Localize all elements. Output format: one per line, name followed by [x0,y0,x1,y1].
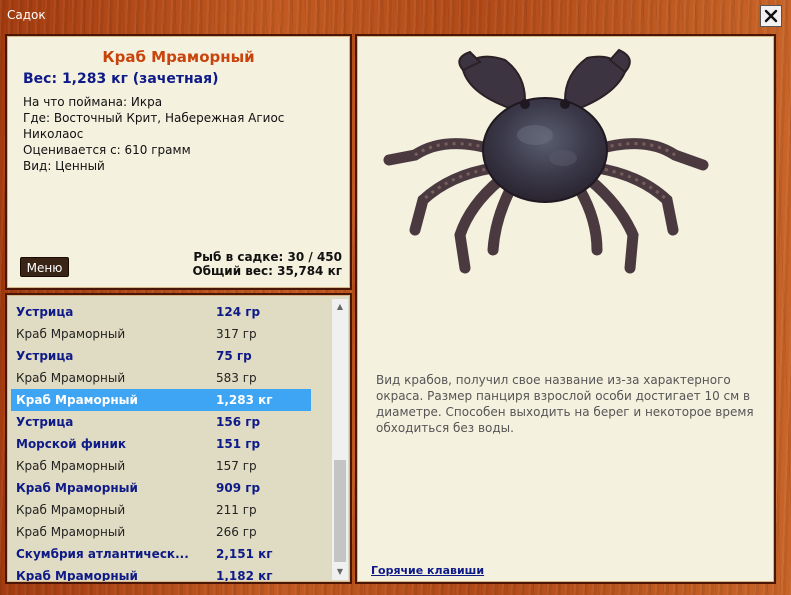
keepnet-stats: Рыб в садке: 30 / 450 Общий вес: 35,784 … [192,250,342,278]
caught-on-text: На что поймана: Икра [23,95,163,109]
catch-weight: 157 гр [216,459,257,473]
kind-text: Вид: Ценный [23,159,105,173]
catch-name: Устрица [16,415,74,429]
catch-name: Краб Мраморный [16,327,126,341]
hotkeys-link[interactable]: Горячие клавиши [371,564,484,577]
fish-name: Краб Мраморный [102,48,255,66]
catch-name: Краб Мраморный [16,481,138,495]
catch-weight: 156 гр [216,415,261,429]
catch-list-row[interactable]: Устрица 124 гр [11,301,311,323]
catch-list-row[interactable]: Краб Мраморный 1,283 кг [11,389,311,411]
catch-list-row[interactable]: Краб Мраморный 583 гр [11,367,311,389]
catch-name: Краб Мраморный [16,569,138,581]
catch-weight: 266 гр [216,525,257,539]
catch-list-panel: Устрица 124 гр Краб Мраморный 317 гр Устрица… [5,293,352,584]
catch-list-scrollbar[interactable]: ▲ ▼ [331,299,348,580]
catch-list-row[interactable]: Краб Мраморный 211 гр [11,499,311,521]
catch-name: Краб Мраморный [16,459,126,473]
catch-weight: 124 гр [216,305,261,319]
catch-list-row[interactable]: Краб Мраморный 317 гр [11,323,311,345]
title-bar: Садок [0,0,791,32]
catch-list: Устрица 124 гр Краб Мраморный 317 гр Устрица… [11,301,311,581]
window-title: Садок [7,8,46,22]
scroll-down-arrow-icon[interactable]: ▼ [332,564,348,580]
catch-name: Устрица [16,305,74,319]
catch-weight: 1,283 кг [216,393,273,407]
catch-name: Краб Мраморный [16,393,138,407]
catch-weight: 317 гр [216,327,257,341]
catch-name: Краб Мраморный [16,371,126,385]
catch-weight: 2,151 кг [216,547,273,561]
close-button[interactable] [760,5,782,27]
fish-count: Рыб в садке: 30 / 450 [193,250,342,264]
scroll-up-arrow-icon[interactable]: ▲ [332,299,348,315]
catch-list-row[interactable]: Морской финик 151 гр [11,433,311,455]
close-icon [764,9,778,23]
catch-name: Краб Мраморный [16,525,126,539]
catch-weight: 1,182 кг [216,569,273,581]
catch-name: Устрица [16,349,74,363]
location-text: Где: Восточный Крит, Набережная Агиос Ни… [23,111,289,141]
fish-info-panel: Краб Мраморный Вес: 1,283 кг (зачетная) … [5,34,352,290]
catch-name: Краб Мраморный [16,503,126,517]
catch-list-row[interactable]: Устрица 75 гр [11,345,311,367]
valued-from-text: Оценивается с: 610 грамм [23,143,191,157]
catch-list-row[interactable]: Краб Мраморный 909 гр [11,477,311,499]
fish-description: Вид крабов, получил свое название из-за … [376,373,754,435]
catch-list-row[interactable]: Скумбрия атлантическ... 2,151 кг [11,543,311,565]
catch-weight: 151 гр [216,437,261,451]
catch-weight: 75 гр [216,349,252,363]
catch-list-row[interactable]: Краб Мраморный 157 гр [11,455,311,477]
catch-list-row[interactable]: Устрица 156 гр [11,411,311,433]
total-weight: Общий вес: 35,784 кг [192,264,342,278]
catch-weight: 909 гр [216,481,261,495]
catch-weight: 583 гр [216,371,257,385]
scrollbar-thumb[interactable] [334,460,346,562]
catch-name: Скумбрия атлантическ... [16,547,189,561]
fish-details: На что поймана: Икра Где: Восточный Крит… [23,94,343,174]
fish-weight: Вес: 1,283 кг (зачетная) [23,71,219,87]
catch-list-row[interactable]: Краб Мраморный 1,182 кг [11,565,311,581]
catch-list-row[interactable]: Краб Мраморный 266 гр [11,521,311,543]
fish-detail-panel: Вид крабов, получил свое название из-за … [355,34,776,584]
marble-crab-image [383,48,709,274]
menu-button[interactable]: Меню [20,257,69,277]
catch-name: Морской финик [16,437,127,451]
catch-weight: 211 гр [216,503,257,517]
